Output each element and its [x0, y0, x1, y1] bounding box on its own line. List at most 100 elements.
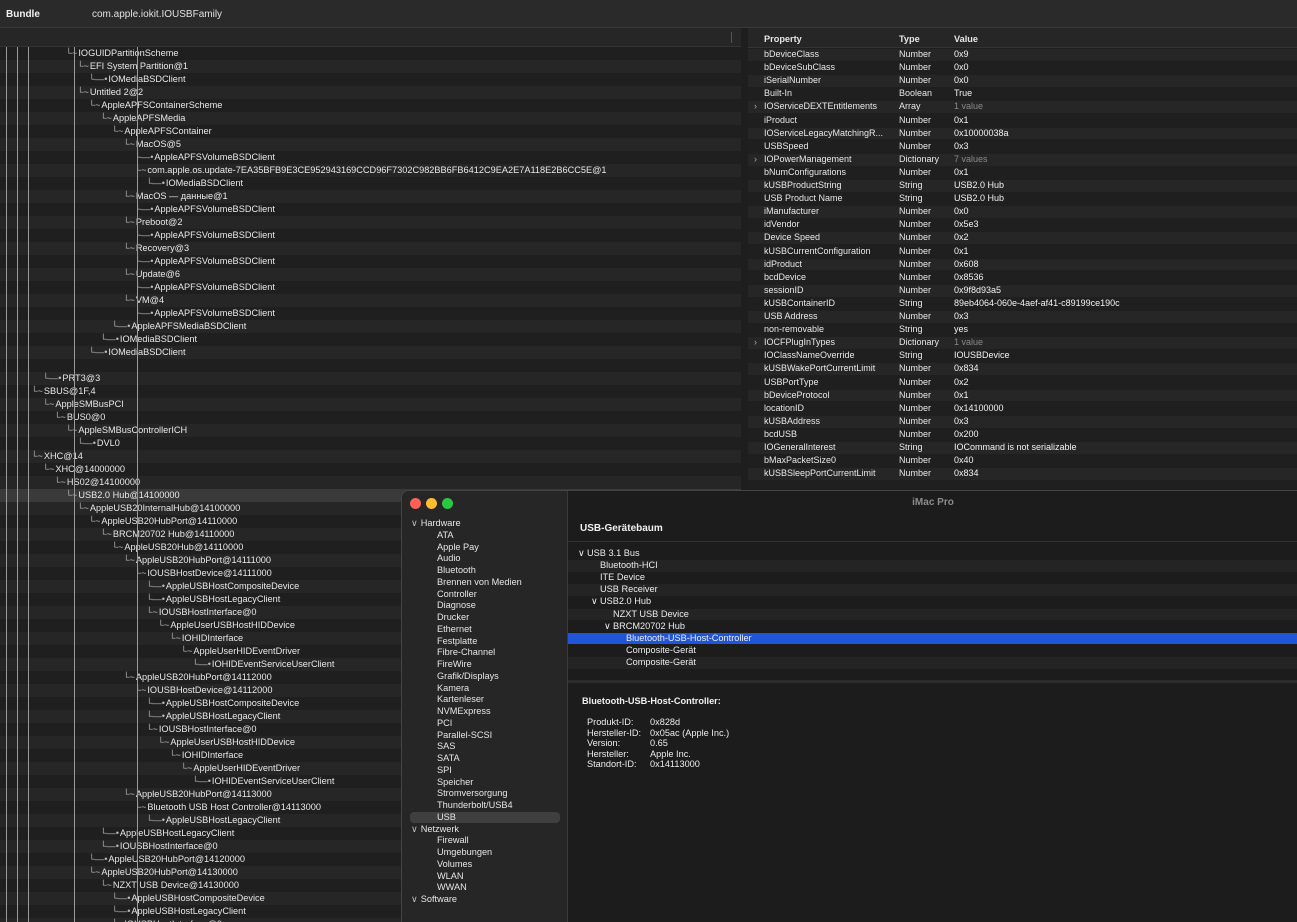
disclosure-icon[interactable]: └~ — [169, 632, 181, 645]
tree-node[interactable]: └~IOUSBHostDevice@14112000 — [135, 684, 273, 697]
tree-node[interactable]: └~AppleUserUSBHostHIDDevice — [158, 619, 295, 632]
tree-node[interactable]: └—•AppleUSBHostLegacyClient — [146, 814, 280, 827]
disclosure-icon[interactable]: └~ — [123, 190, 135, 203]
sidebar-group[interactable]: ∨ Software — [411, 894, 457, 906]
usb-tree-row[interactable]: USB Receiver — [568, 584, 1297, 597]
sidebar-item[interactable]: Parallel-SCSI — [410, 730, 492, 742]
tree-row[interactable]: └~XHC@14000000 — [0, 463, 741, 476]
tree-node[interactable]: └—•AppleAPFSVolumeBSDClient — [135, 203, 275, 216]
property-value[interactable]: 0x3 — [954, 141, 969, 153]
usb-tree-row[interactable]: NZXT USB Device — [568, 608, 1297, 621]
chevron-down-icon[interactable]: ∨ — [591, 596, 598, 608]
tree-row[interactable]: └~HS02@14100000 — [0, 476, 741, 489]
tree-node[interactable]: └—•AppleUSBHostCompositeDevice — [146, 697, 299, 710]
disclosure-icon[interactable]: └~ — [123, 788, 135, 801]
sidebar-item[interactable]: Drucker — [410, 612, 469, 624]
disclosure-icon[interactable]: └~ — [43, 398, 55, 411]
tree-node[interactable]: └—•AppleUSBHostLegacyClient — [112, 905, 246, 918]
usb-tree-row[interactable]: ∨ USB 3.1 Bus — [568, 548, 1297, 560]
disclosure-icon[interactable]: › — [754, 154, 757, 166]
tree-node[interactable]: └~MacOS — данные@1 — [123, 190, 228, 203]
disclosure-icon[interactable]: └~ — [77, 502, 89, 515]
property-row[interactable]: kUSBContainerID String 89eb4064-060e-4aef-… — [748, 298, 1297, 310]
tree-row[interactable]: └~AppleAPFSMedia — [0, 112, 741, 125]
tree-row[interactable]: └~com.apple.os.update-7EA35BFB9E3CE95294… — [0, 164, 741, 177]
property-value[interactable]: 0x3 — [954, 416, 969, 428]
tree-row[interactable]: └~AppleSMBusPCI — [0, 398, 741, 411]
sidebar-item[interactable]: Fibre-Channel — [410, 647, 495, 659]
disclosure-icon[interactable]: └~ — [123, 242, 135, 255]
property-row[interactable]: Built-In Boolean True — [748, 88, 1297, 100]
property-value[interactable]: 0x834 — [954, 363, 979, 375]
sidebar-item[interactable]: SPI — [410, 765, 452, 777]
tree-node[interactable]: └~IOGUIDPartitionScheme — [66, 47, 179, 60]
tree-node[interactable]: └—•IOMediaBSDClient — [146, 177, 243, 190]
chevron-down-icon[interactable]: ∨ — [604, 621, 611, 633]
tree-row[interactable]: └—•AppleAPFSVolumeBSDClient — [0, 255, 741, 268]
tree-node[interactable]: └—•AppleUSBHostLegacyClient — [146, 593, 280, 606]
tree-row[interactable]: └~Untitled 2@2 — [0, 86, 741, 99]
tree-node[interactable]: └~EFI System Partition@1 — [77, 60, 188, 73]
disclosure-icon[interactable]: └~ — [100, 112, 112, 125]
disclosure-icon[interactable]: └~ — [181, 645, 193, 658]
properties-table[interactable]: Property Type Value bDeviceClass Number 0x… — [748, 28, 1297, 492]
chevron-down-icon[interactable]: ∨ — [411, 824, 418, 834]
tree-node[interactable]: └~HS02@14100000 — [54, 476, 140, 489]
tree-node[interactable]: └~AppleAPFSContainer — [112, 125, 212, 138]
column-header-type[interactable]: Type — [899, 34, 920, 44]
property-row[interactable]: bDeviceProtocol Number 0x1 — [748, 389, 1297, 402]
tree-node[interactable]: └—•AppleAPFSVolumeBSDClient — [135, 281, 275, 294]
tree-row[interactable]: └—•IOMediaBSDClient — [0, 346, 741, 359]
usb-tree-row[interactable]: Composite-Gerät — [568, 645, 1297, 657]
property-row[interactable]: bDeviceClass Number 0x9 — [748, 49, 1297, 61]
sidebar-item[interactable]: Brennen von Medien — [410, 577, 522, 589]
sidebar-item[interactable]: Bluetooth — [410, 565, 476, 577]
disclosure-icon[interactable]: └~ — [158, 619, 170, 632]
sidebar-item[interactable]: Kartenleser — [410, 694, 484, 706]
sidebar-group[interactable]: ∨ Netzwerk — [411, 824, 459, 836]
split-divider[interactable] — [568, 680, 1297, 683]
tree-node[interactable]: └~USB2.0 Hub@14100000 — [66, 489, 180, 502]
disclosure-icon[interactable]: └~ — [54, 411, 66, 424]
tree-node[interactable]: └~com.apple.os.update-7EA35BFB9E3CE95294… — [135, 164, 607, 177]
disclosure-icon[interactable]: └~ — [123, 294, 135, 307]
chevron-down-icon[interactable]: ∨ — [578, 548, 585, 560]
property-value[interactable]: 7 values — [954, 154, 988, 166]
tree-node[interactable]: └~BUS0@0 — [54, 411, 105, 424]
property-value[interactable]: 0x0 — [954, 206, 969, 218]
tree-node[interactable]: └~AppleUSB20Hub@14110000 — [112, 541, 244, 554]
property-row[interactable]: USB Address Number 0x3 — [748, 311, 1297, 323]
tree-row[interactable]: └~AppleSMBusControllerICH — [0, 424, 741, 437]
tree-row[interactable]: └—•IOMediaBSDClient — [0, 333, 741, 346]
tree-row[interactable]: └—•AppleAPFSVolumeBSDClient — [0, 281, 741, 294]
disclosure-icon[interactable]: └~ — [146, 723, 158, 736]
tree-node[interactable]: └—•AppleUSBHostCompositeDevice — [112, 892, 265, 905]
property-row[interactable]: kUSBProductString String USB2.0 Hub — [748, 180, 1297, 192]
property-row[interactable]: kUSBSleepPortCurrentLimit Number 0x834 — [748, 468, 1297, 480]
sidebar-item[interactable]: Diagnose — [410, 600, 476, 612]
tree-row[interactable]: └~BUS0@0 — [0, 411, 741, 424]
property-value[interactable]: 0x2 — [954, 232, 969, 244]
disclosure-icon[interactable]: └~ — [66, 424, 78, 437]
tree-node[interactable]: └~Preboot@2 — [123, 216, 183, 229]
sidebar-item[interactable]: Firewall — [410, 835, 469, 847]
tree-row[interactable]: └~MacOS@5 — [0, 138, 741, 151]
disclosure-icon[interactable]: └~ — [112, 541, 124, 554]
disclosure-icon[interactable]: └~ — [66, 489, 78, 502]
sidebar-item[interactable]: USB — [410, 811, 560, 824]
tree-row[interactable]: └~IOGUIDPartitionScheme — [0, 47, 741, 60]
property-value[interactable]: 0x9 — [954, 49, 969, 61]
property-row[interactable]: kUSBCurrentConfiguration Number 0x1 — [748, 246, 1297, 258]
tree-node[interactable]: └~AppleSMBusControllerICH — [66, 424, 188, 437]
tree-row[interactable]: └~AppleAPFSContainer — [0, 125, 741, 138]
tree-node[interactable]: └~AppleUSB20HubPort@14111000 — [123, 554, 271, 567]
tree-node[interactable]: └~AppleUSB20HubPort@14113000 — [123, 788, 272, 801]
property-value[interactable]: 0x3 — [954, 311, 969, 323]
usb-tree-row[interactable]: ∨ BRCM20702 Hub — [568, 621, 1297, 633]
property-value[interactable]: USB2.0 Hub — [954, 193, 1004, 205]
tree-node[interactable]: └~NZXT USB Device@14130000 — [100, 879, 239, 892]
tree-node[interactable]: └—•AppleUSB20HubPort@14120000 — [89, 853, 245, 866]
tree-node[interactable]: └~IOHIDInterface — [169, 749, 243, 762]
property-value[interactable]: 0x834 — [954, 468, 979, 480]
property-row[interactable]: iSerialNumber Number 0x0 — [748, 75, 1297, 87]
